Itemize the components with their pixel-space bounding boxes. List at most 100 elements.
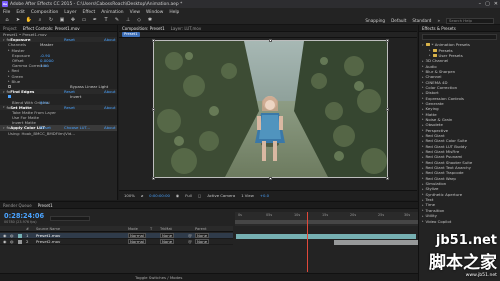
current-time-display[interactable]: 0:00:00:00 — [149, 193, 170, 198]
disclosure-triangle-icon[interactable]: ▸ — [422, 96, 424, 100]
layer-name[interactable]: Preset1.mov — [36, 233, 60, 238]
disclosure-triangle-icon[interactable]: ▸ — [422, 198, 424, 202]
audio-icon[interactable]: ◍ — [10, 239, 13, 244]
pick-whip-icon[interactable]: @ — [188, 233, 192, 238]
transform-handle-tl[interactable] — [152, 39, 155, 42]
brush-tool-icon[interactable]: ✎ — [113, 17, 121, 24]
tab-project[interactable]: Project — [3, 26, 17, 31]
disclosure-triangle-icon[interactable]: ▸ — [8, 48, 10, 52]
layer-duration-bar[interactable] — [236, 233, 416, 239]
toggle-switches-modes[interactable]: Toggle Switches / Modes — [135, 275, 182, 280]
disclosure-triangle-icon[interactable]: ▸ — [422, 203, 424, 207]
transform-handle-tr[interactable] — [386, 39, 389, 42]
eraser-tool-icon[interactable]: ◇ — [135, 17, 143, 24]
disclosure-triangle-icon[interactable]: ▸ — [422, 85, 424, 89]
menu-layer[interactable]: Layer — [64, 10, 76, 15]
disclosure-triangle-icon[interactable]: ▸ — [422, 219, 424, 223]
view-layout-dropdown[interactable]: 1 View — [241, 193, 254, 198]
timeline-search-input[interactable] — [50, 216, 90, 221]
visibility-eye-icon[interactable]: ◉ — [3, 233, 6, 238]
search-help-input[interactable]: Search Help — [446, 17, 494, 24]
disclosure-triangle-icon[interactable]: ▸ — [422, 192, 424, 196]
disclosure-triangle-icon[interactable]: ▸ — [422, 176, 424, 180]
transform-handle-tc[interactable] — [269, 39, 272, 42]
tab-render-queue[interactable]: Render Queue — [3, 203, 32, 208]
menu-file[interactable]: File — [3, 10, 10, 15]
disclosure-triangle-icon[interactable]: ▸ — [422, 134, 424, 138]
active-camera-dropdown[interactable]: Active Camera — [207, 193, 235, 198]
visibility-eye-icon[interactable]: ◉ — [3, 239, 6, 244]
transform-handle-bc[interactable] — [269, 177, 272, 180]
disclosure-triangle-icon[interactable]: ▸ — [422, 160, 424, 164]
disclosure-triangle-icon[interactable]: ▸ — [422, 166, 424, 170]
transform-handle-mr[interactable] — [386, 108, 389, 111]
tab-effects-presets[interactable]: Effects & Presets — [422, 26, 456, 31]
puppet-tool-icon[interactable]: ✱ — [146, 17, 154, 24]
tab-layer[interactable]: Layer: LUT.mov — [171, 26, 202, 31]
effects-search-input[interactable] — [422, 34, 497, 40]
disclosure-triangle-icon[interactable]: ▸ — [422, 75, 424, 79]
tab-preset1-timeline[interactable]: Preset1 — [38, 203, 53, 208]
parent-dropdown[interactable]: None — [195, 239, 210, 244]
audio-icon[interactable]: ◍ — [10, 233, 13, 238]
disclosure-triangle-icon[interactable]: ▸ — [8, 69, 10, 73]
disclosure-triangle-icon[interactable]: ▾ — [3, 126, 5, 130]
disclosure-triangle-icon[interactable]: ▸ — [422, 171, 424, 175]
workspace-standard[interactable]: Standard — [412, 18, 431, 23]
exposure-value[interactable]: +0.0 — [260, 193, 269, 198]
snapping-toggle[interactable]: Snapping — [365, 18, 385, 23]
disclosure-triangle-icon[interactable]: ▸ — [422, 123, 424, 127]
current-time-indicator[interactable] — [307, 212, 308, 272]
transform-handle-br[interactable] — [386, 177, 389, 180]
grid-overlay-icon[interactable]: ⌀ — [141, 193, 143, 198]
disclosure-triangle-icon[interactable]: ▸ — [422, 208, 424, 212]
tab-composition[interactable]: Composition: Preset1 — [122, 26, 165, 31]
disclosure-triangle-icon[interactable]: ▸ — [422, 187, 424, 191]
menu-help[interactable]: Help — [169, 10, 179, 15]
parent-dropdown[interactable]: None — [195, 233, 210, 238]
resolution-dropdown[interactable]: Full — [185, 193, 192, 198]
disclosure-triangle-icon[interactable]: ▸ — [422, 107, 424, 111]
disclosure-triangle-icon[interactable]: ▸ — [429, 48, 431, 52]
disclosure-triangle-icon[interactable]: ▸ — [422, 139, 424, 143]
pan-tool-icon[interactable]: ✥ — [69, 17, 77, 24]
disclosure-triangle-icon[interactable]: ▸ — [429, 53, 431, 57]
track-matte-dropdown[interactable]: None — [160, 239, 175, 244]
timeline-current-time[interactable]: 0:28:24:06 — [4, 212, 44, 220]
minimize-button[interactable]: – — [479, 0, 482, 8]
tab-effect-controls[interactable]: Effect Controls: Preset1.mov — [23, 26, 80, 31]
pen-tool-icon[interactable]: ✒ — [91, 17, 99, 24]
arrow-tool-icon[interactable]: ➤ — [14, 17, 22, 24]
comp-chip-preset1[interactable]: Preset1 — [122, 32, 140, 37]
disclosure-triangle-icon[interactable]: ▾ — [3, 38, 5, 42]
work-area-bar[interactable] — [235, 220, 418, 224]
disclosure-triangle-icon[interactable]: ▸ — [8, 79, 10, 83]
close-button[interactable]: ✕ — [494, 0, 498, 8]
menu-edit[interactable]: Edit — [16, 10, 25, 15]
rotate-tool-icon[interactable]: ↻ — [47, 17, 55, 24]
menu-animation[interactable]: Animation — [101, 10, 123, 15]
menu-effect[interactable]: Effect — [83, 10, 96, 15]
disclosure-triangle-icon[interactable]: ▸ — [8, 74, 10, 78]
layer-name[interactable]: Preset2.mov — [36, 239, 60, 244]
disclosure-triangle-icon[interactable]: ▸ — [422, 214, 424, 218]
label-color-swatch[interactable] — [18, 234, 22, 238]
workspace-default[interactable]: Default — [391, 18, 406, 23]
region-of-interest-icon[interactable]: ▢ — [198, 193, 202, 198]
disclosure-triangle-icon[interactable]: ▸ — [422, 117, 424, 121]
disclosure-triangle-icon[interactable]: ▸ — [422, 182, 424, 186]
home-icon[interactable]: ⌂ — [3, 17, 11, 24]
disclosure-triangle-icon[interactable]: ▸ — [422, 155, 424, 159]
camera-tool-icon[interactable]: ▣ — [58, 17, 66, 24]
disclosure-triangle-icon[interactable]: ▸ — [422, 112, 424, 116]
checkbox[interactable] — [8, 95, 12, 99]
shape-tool-icon[interactable]: ▭ — [80, 17, 88, 24]
list-item[interactable]: ▸ Video Copilot — [419, 218, 500, 224]
transform-handle-bl[interactable] — [152, 177, 155, 180]
layer-duration-bar[interactable] — [334, 239, 418, 245]
blend-mode-dropdown[interactable]: Normal — [128, 233, 147, 238]
menu-view[interactable]: View — [130, 10, 140, 15]
menu-window[interactable]: Window — [146, 10, 163, 15]
disclosure-triangle-icon[interactable]: ▸ — [422, 144, 424, 148]
disclosure-triangle-icon[interactable]: ▸ — [422, 128, 424, 132]
